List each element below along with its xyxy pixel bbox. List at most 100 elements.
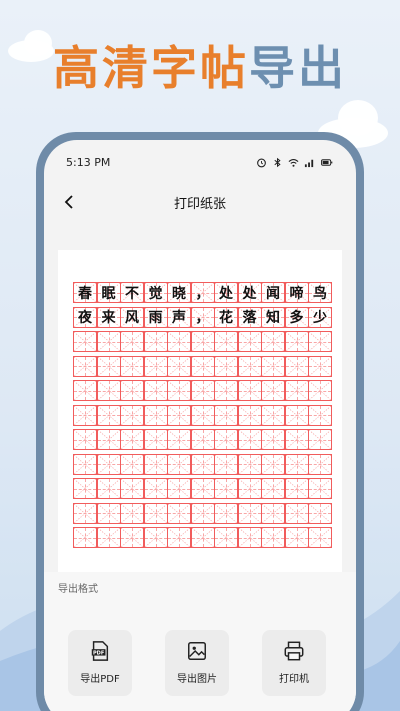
grid-cell [167, 453, 191, 475]
grid-cell: 鸟 [308, 282, 332, 303]
practice-character: 处 [219, 285, 233, 302]
grid-cell [214, 355, 238, 377]
practice-character: 雨 [148, 310, 163, 326]
practice-character: 处 [242, 285, 257, 302]
practice-character: 鸟 [313, 285, 327, 302]
grid-cell [308, 404, 332, 426]
grid-cell: 落 [237, 306, 262, 328]
grid-cell [284, 502, 309, 524]
grid-cell [143, 453, 168, 475]
grid-cell [143, 380, 168, 401]
grid-cell [167, 429, 191, 450]
grid-cell: 风 [120, 306, 144, 328]
grid-cell [214, 453, 238, 475]
grid-cell: 眠 [96, 282, 121, 303]
grid-cell: 春 [73, 282, 97, 303]
grid-cell [284, 478, 309, 499]
grid-cell [214, 404, 238, 426]
export-image-button[interactable]: 导出图片 [165, 630, 229, 696]
grid-cell [284, 453, 309, 475]
grid-cell: 少 [308, 306, 332, 328]
bluetooth-icon [274, 157, 281, 167]
grid-cell [308, 355, 332, 377]
banner-headline: 高清字帖导出 [0, 38, 400, 98]
cloud-decoration [338, 100, 378, 136]
grid-cell [214, 429, 238, 450]
grid-cell [120, 527, 144, 548]
grid-cell: 闻 [261, 282, 285, 303]
grid-cell [73, 404, 97, 426]
grid-cell [120, 355, 144, 377]
grid-cell: 不 [120, 282, 144, 303]
grid-cell [284, 527, 309, 548]
status-bar: 5:13 PM [66, 154, 334, 170]
grid-cell [308, 527, 332, 548]
practice-character: 夜 [78, 310, 92, 326]
grid-cell: 晓 [167, 282, 191, 303]
practice-character: 啼 [289, 285, 304, 302]
grid-cell [73, 478, 97, 499]
grid-cell [120, 380, 144, 401]
battery-icon [321, 158, 333, 166]
grid-cell: 处 [214, 282, 238, 303]
nav-bar: 打印纸张 [44, 188, 356, 216]
grid-cell [73, 355, 97, 377]
grid-cell [167, 478, 191, 499]
practice-character: 来 [101, 310, 116, 326]
grid-cell: 多 [284, 306, 309, 328]
export-image-label: 导出图片 [177, 674, 217, 685]
grid-cell [143, 502, 168, 524]
grid-cell [96, 502, 121, 524]
practice-character: 花 [219, 310, 233, 326]
grid-cell [261, 478, 285, 499]
grid-cell [143, 355, 168, 377]
practice-character: ， [195, 310, 210, 326]
back-arrow-icon[interactable] [60, 192, 80, 212]
grid-cell [214, 527, 238, 548]
grid-cell [308, 478, 332, 499]
grid-cell [96, 478, 121, 499]
grid-cell [143, 404, 168, 426]
grid-cell [96, 380, 121, 401]
export-pdf-button[interactable]: PDF 导出PDF [68, 630, 132, 696]
grid-cell [284, 380, 309, 401]
grid-cell [261, 331, 285, 352]
grid-cell [237, 527, 262, 548]
grid-cell [261, 380, 285, 401]
grid-cell [237, 478, 262, 499]
export-panel: 导出格式 PDF 导出PDF 导出图片 打印机 [44, 572, 356, 711]
page-title: 打印纸张 [173, 196, 226, 212]
alarm-icon [257, 158, 266, 167]
printer-button[interactable]: 打印机 [262, 630, 326, 696]
grid-cell [237, 429, 262, 450]
grid-cell [96, 453, 121, 475]
grid-cell [237, 355, 262, 377]
grid-cell [167, 380, 191, 401]
grid-cell [73, 380, 97, 401]
headline-part-blue: 导出 [249, 41, 347, 95]
grid-cell [308, 453, 332, 475]
headline-part-orange: 高清字帖 [53, 41, 249, 95]
grid-cell [120, 453, 144, 475]
grid-cell [143, 331, 168, 352]
grid-cell [167, 331, 191, 352]
grid-cell [190, 453, 215, 475]
grid-cell [73, 502, 97, 524]
grid-cell: ， [190, 282, 215, 303]
grid-cell: 知 [261, 306, 285, 328]
export-format-label: 导出格式 [58, 584, 98, 595]
grid-cell [261, 429, 285, 450]
grid-cell [261, 355, 285, 377]
grid-cell [73, 331, 97, 352]
grid-cell [237, 380, 262, 401]
grid-cell [214, 380, 238, 401]
grid-cell [96, 331, 121, 352]
practice-paper: 春眠不觉晓，处处闻啼鸟夜来风雨声，花落知多少 [58, 250, 342, 580]
practice-character: 闻 [266, 285, 280, 302]
practice-character: 觉 [148, 285, 163, 302]
grid-cell [284, 429, 309, 450]
grid-cell [96, 355, 121, 377]
grid-cell [308, 429, 332, 450]
practice-character: 少 [313, 310, 327, 326]
grid-cell [73, 429, 97, 450]
